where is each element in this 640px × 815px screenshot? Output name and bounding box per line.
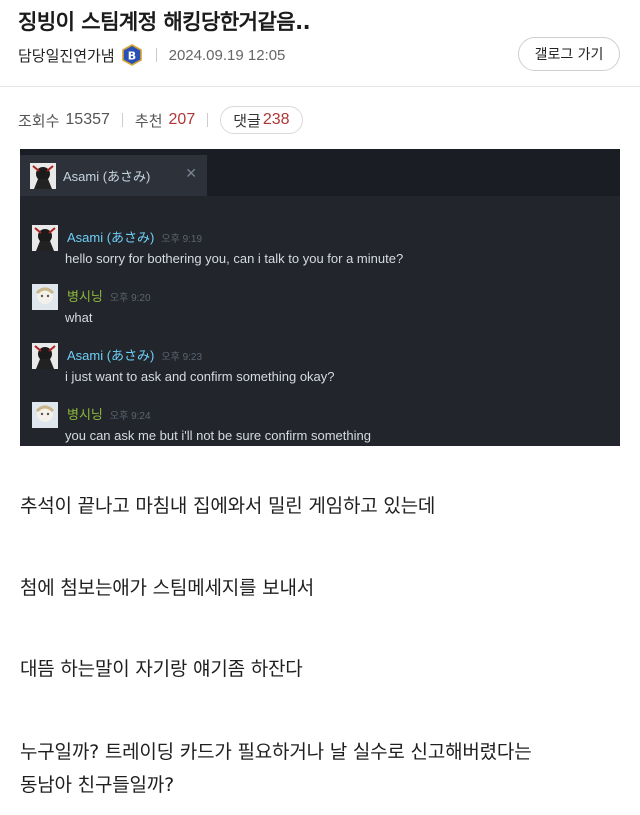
author-name[interactable]: 담당일진연가냄: [18, 45, 115, 66]
sender-name: Asami (あさみ): [67, 348, 155, 363]
comments-label: 댓글: [233, 111, 261, 130]
chat-tab-bar: Asami (あさみ) ✕: [20, 149, 620, 196]
body-paragraph: 동남아 친구들일까?: [20, 774, 174, 796]
body-paragraph: 대뜸 하는말이 자기랑 얘기좀 하잔다: [20, 658, 303, 680]
message-time: 오후 9:19: [161, 234, 203, 245]
asami-avatar-icon: [30, 162, 56, 189]
badge-letter: B: [127, 50, 135, 63]
post-title: 징빙이 스팀계정 해킹당한거같음..: [18, 10, 311, 34]
message-text: what: [65, 310, 93, 325]
sender-name: Asami (あさみ): [67, 230, 155, 245]
user-avatar-icon: [32, 284, 58, 310]
post-stats: 조회수 15357 추천 207 댓글 238: [18, 106, 303, 134]
message-header: Asami (あさみ) 오후 9:23: [67, 345, 202, 364]
sender-name: 병시닝: [67, 289, 103, 304]
body-paragraph: 첨에 첨보는애가 스팀메세지를 보내서: [20, 577, 314, 599]
message-time: 오후 9:20: [109, 293, 151, 304]
message-header: 병시닝 오후 9:20: [67, 286, 151, 305]
message-time: 오후 9:24: [109, 411, 151, 422]
message-text: you can ask me but i'll not be sure conf…: [65, 428, 371, 443]
asami-avatar-icon: [32, 343, 58, 369]
chat-message: 병시닝 오후 9:24 you can ask me but i'll not b…: [32, 402, 371, 443]
chat-tab[interactable]: Asami (あさみ) ✕: [20, 155, 207, 196]
message-time: 오후 9:23: [161, 352, 203, 363]
likes-count: 207: [168, 111, 196, 128]
chat-message: Asami (あさみ) 오후 9:19 hello sorry for bothe…: [32, 225, 403, 266]
stats-divider: [207, 113, 209, 127]
chat-message: Asami (あさみ) 오후 9:23 i just want to ask an…: [32, 343, 335, 384]
header-divider: [0, 86, 640, 87]
views-count: 15357: [65, 111, 110, 128]
message-header: 병시닝 오후 9:24: [67, 404, 151, 423]
chat-tab-name: Asami (あさみ): [63, 169, 151, 184]
post-date: 2024.09.19 12:05: [168, 46, 286, 64]
views-label: 조회수: [18, 111, 60, 130]
level-badge-icon: B: [121, 44, 142, 66]
message-text: i just want to ask and confirm something…: [65, 369, 335, 384]
comments-button[interactable]: 댓글 238: [220, 106, 303, 134]
likes-label: 추천: [134, 111, 163, 130]
stats-divider: [121, 113, 123, 127]
steam-chat-screenshot: Asami (あさみ) ✕ Asami (あさみ) 오후 9:19 hello s…: [20, 149, 620, 446]
user-avatar-icon: [32, 402, 58, 428]
sender-name: 병시닝: [67, 407, 103, 422]
chat-log: Asami (あさみ) 오후 9:19 hello sorry for bothe…: [20, 196, 620, 446]
message-text: hello sorry for bothering you, can i tal…: [65, 251, 404, 266]
asami-avatar-icon: [32, 225, 58, 251]
message-header: Asami (あさみ) 오후 9:19: [67, 227, 202, 246]
post-meta: 담당일진연가냄 B 2024.09.19 12:05: [18, 42, 285, 68]
body-paragraph: 누구일까? 트레이딩 카드가 필요하거나 날 실수로 신고해버렸다는: [20, 741, 532, 763]
chat-message: 병시닝 오후 9:20 what: [32, 284, 151, 325]
body-paragraph: 추석이 끝나고 마침내 집에와서 밀린 게임하고 있는데: [20, 495, 436, 517]
comments-count: 238: [262, 111, 290, 128]
meta-divider: [155, 48, 157, 62]
close-icon[interactable]: ✕: [185, 166, 197, 182]
gallog-button[interactable]: 갤로그 가기: [518, 37, 620, 71]
